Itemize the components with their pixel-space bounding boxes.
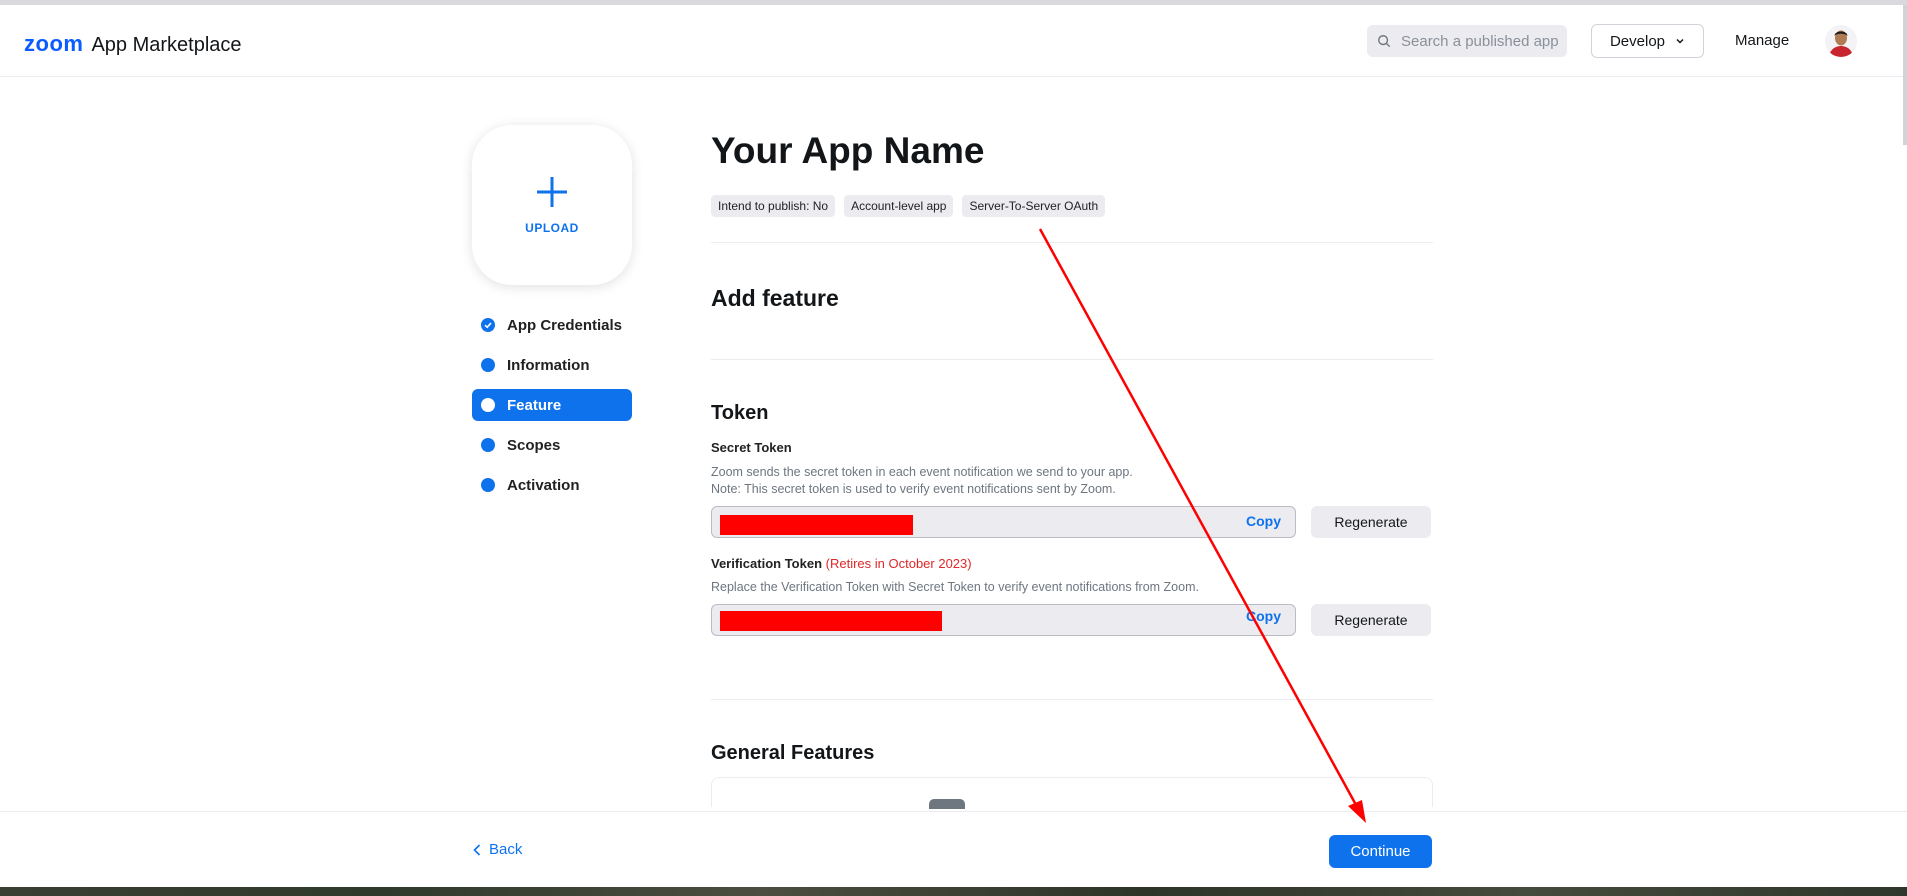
tag-oauth-type: Server-To-Server OAuth: [962, 195, 1106, 217]
regenerate-secret-token-button[interactable]: Regenerate: [1311, 506, 1431, 538]
check-circle-icon: [481, 318, 495, 332]
chevron-down-icon: [1676, 38, 1684, 44]
step-dot-icon: [481, 478, 495, 492]
regenerate-verification-token-button[interactable]: Regenerate: [1311, 604, 1431, 636]
develop-dropdown[interactable]: Develop: [1591, 24, 1704, 58]
develop-label: Develop: [1609, 32, 1666, 50]
nav-item-label: Information: [507, 356, 590, 374]
plus-icon: [537, 177, 567, 207]
bottom-action-bar: Back Continue: [0, 811, 1907, 887]
verification-token-title: Verification Token (Retires in October 2…: [711, 556, 1433, 571]
search-box[interactable]: [1367, 25, 1567, 57]
nav-item-label: Activation: [507, 476, 580, 494]
copy-secret-token-button[interactable]: Copy: [1246, 513, 1281, 529]
nav-item-activation[interactable]: Activation: [472, 469, 632, 501]
user-avatar[interactable]: [1825, 25, 1857, 57]
secret-token-desc-1: Zoom sends the secret token in each even…: [711, 465, 1133, 479]
token-section-title: Token: [711, 402, 769, 424]
nav-item-information[interactable]: Information: [472, 349, 632, 381]
nav-item-scopes[interactable]: Scopes: [472, 429, 632, 461]
scrollbar[interactable]: [1903, 5, 1907, 145]
desktop-background-strip: [0, 887, 1907, 896]
nav-item-label: Scopes: [507, 436, 561, 454]
general-features-card: [711, 777, 1433, 809]
general-features-title: General Features: [711, 742, 875, 764]
app-marketplace-title: App Marketplace: [91, 34, 242, 56]
nav-item-label: App Credentials: [507, 316, 623, 334]
retire-note: (Retires in October 2023): [825, 556, 972, 571]
zoom-logo-text: zoom: [24, 31, 84, 56]
chevron-left-icon: [473, 843, 481, 856]
nav-item-app-credentials[interactable]: App Credentials: [472, 309, 632, 341]
secret-token-title: Secret Token: [711, 440, 792, 455]
logo[interactable]: zoom App Marketplace: [24, 31, 242, 57]
divider: [711, 242, 1433, 243]
secret-token-row: Copy Regenerate: [711, 506, 1433, 538]
back-button[interactable]: Back: [473, 841, 522, 858]
tag-publish: Intend to publish: No: [711, 195, 836, 217]
step-nav: App Credentials Information Feature Scop…: [472, 309, 632, 509]
verification-token-field[interactable]: Copy: [711, 604, 1296, 636]
continue-button[interactable]: Continue: [1329, 835, 1432, 868]
add-feature-heading: Add feature: [711, 285, 839, 311]
page-title: Your App Name: [711, 130, 985, 171]
app-tags: Intend to publish: No Account-level app …: [711, 195, 1433, 217]
tag-account-level: Account-level app: [844, 195, 954, 217]
upload-logo-button[interactable]: UPLOAD: [472, 125, 632, 285]
redaction-box: [720, 611, 942, 631]
search-icon: [1378, 35, 1391, 48]
manage-link[interactable]: Manage: [1735, 32, 1789, 49]
verification-token-desc: Replace the Verification Token with Secr…: [711, 580, 1199, 594]
step-dot-icon: [481, 438, 495, 452]
top-header: zoom App Marketplace Develop Manage: [0, 5, 1907, 77]
secret-token-field[interactable]: Copy: [711, 506, 1296, 538]
nav-item-label: Feature: [507, 396, 562, 414]
verification-token-row: Copy Regenerate: [711, 604, 1433, 636]
step-dot-icon: [481, 398, 495, 412]
search-input[interactable]: [1401, 32, 1561, 50]
secret-token-desc-2: Note: This secret token is used to verif…: [711, 482, 1116, 496]
upload-label: UPLOAD: [525, 221, 579, 235]
toggle-switch[interactable]: [929, 799, 965, 809]
copy-verification-token-button[interactable]: Copy: [1246, 608, 1281, 624]
avatar-icon: [1825, 25, 1857, 57]
verification-token-label: Verification Token: [711, 556, 823, 571]
nav-item-feature[interactable]: Feature: [472, 389, 632, 421]
divider: [711, 699, 1433, 700]
main-content: Your App Name Intend to publish: No Acco…: [711, 130, 1433, 809]
back-label: Back: [489, 841, 523, 858]
step-dot-icon: [481, 358, 495, 372]
redaction-box: [720, 515, 913, 535]
divider: [711, 359, 1433, 360]
